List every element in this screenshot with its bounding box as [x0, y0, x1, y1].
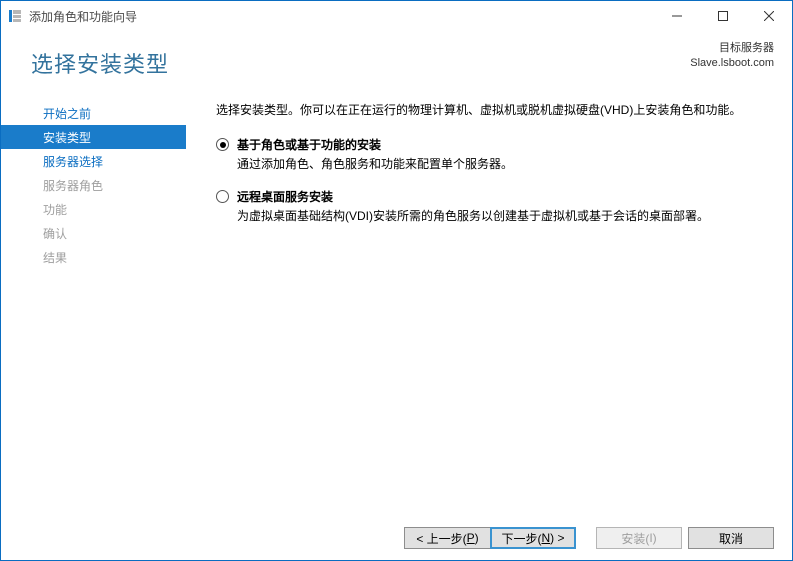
- radio-text: 远程桌面服务安装 为虚拟桌面基础结构(VDI)安装所需的角色服务以创建基于虚拟机…: [237, 188, 709, 226]
- radio-option-remote-desktop[interactable]: 远程桌面服务安装 为虚拟桌面基础结构(VDI)安装所需的角色服务以创建基于虚拟机…: [216, 188, 770, 226]
- sidebar-item-confirmation: 确认: [1, 221, 186, 245]
- sidebar-item-installation-type[interactable]: 安装类型: [1, 125, 186, 149]
- maximize-button[interactable]: [700, 1, 746, 31]
- radio-icon: [216, 138, 229, 151]
- sidebar-item-label: 服务器角色: [43, 177, 103, 194]
- titlebar: 添加角色和功能向导: [1, 1, 792, 31]
- wizard-window: 添加角色和功能向导 选择安装类型 目标服务器 Slave.lsboot.com …: [0, 0, 793, 561]
- radio-text: 基于角色或基于功能的安装 通过添加角色、角色服务和功能来配置单个服务器。: [237, 136, 513, 174]
- nav-button-group: < 上一步(P) 下一步(N) >: [404, 527, 576, 549]
- button-text-suffix: ) >: [550, 531, 564, 545]
- radio-option-role-based[interactable]: 基于角色或基于功能的安装 通过添加角色、角色服务和功能来配置单个服务器。: [216, 136, 770, 174]
- sidebar-item-results: 结果: [1, 245, 186, 269]
- minimize-button[interactable]: [654, 1, 700, 31]
- button-text-suffix: ): [653, 531, 657, 545]
- intro-text: 选择安装类型。你可以在正在运行的物理计算机、虚拟机或脱机虚拟硬盘(VHD)上安装…: [216, 101, 770, 120]
- sidebar-item-label: 安装类型: [43, 129, 91, 146]
- wizard-body: 开始之前 安装类型 服务器选择 服务器角色 功能 确认 结果 选择安装类型。你: [1, 87, 792, 516]
- window-title: 添加角色和功能向导: [29, 8, 654, 25]
- wizard-footer: < 上一步(P) 下一步(N) > 安装(I) 取消: [1, 516, 792, 560]
- sidebar-item-label: 结果: [43, 249, 67, 266]
- wizard-content: 选择安装类型。你可以在正在运行的物理计算机、虚拟机或脱机虚拟硬盘(VHD)上安装…: [186, 87, 792, 516]
- button-text: 取消: [719, 530, 743, 547]
- button-text-prefix: 安装(: [621, 530, 649, 547]
- button-text-prefix: 下一步(: [501, 530, 541, 547]
- page-title: 选择安装类型: [31, 47, 690, 79]
- wizard-steps-sidebar: 开始之前 安装类型 服务器选择 服务器角色 功能 确认 结果: [1, 87, 186, 516]
- radio-icon: [216, 190, 229, 203]
- wizard-header: 选择安装类型 目标服务器 Slave.lsboot.com: [1, 31, 792, 87]
- button-mnemonic: P: [467, 531, 475, 545]
- target-server-label: 目标服务器: [690, 41, 774, 56]
- sidebar-item-label: 服务器选择: [43, 153, 103, 170]
- previous-button[interactable]: < 上一步(P): [404, 527, 490, 549]
- radio-description: 为虚拟桌面基础结构(VDI)安装所需的角色服务以创建基于虚拟机或基于会话的桌面部…: [237, 207, 709, 226]
- sidebar-item-label: 功能: [43, 201, 67, 218]
- next-button[interactable]: 下一步(N) >: [490, 527, 576, 549]
- install-button: 安装(I): [596, 527, 682, 549]
- radio-label: 远程桌面服务安装: [237, 188, 709, 206]
- sidebar-item-server-selection[interactable]: 服务器选择: [1, 149, 186, 173]
- sidebar-item-server-roles: 服务器角色: [1, 173, 186, 197]
- window-controls: [654, 1, 792, 31]
- sidebar-item-label: 开始之前: [43, 105, 91, 122]
- radio-label: 基于角色或基于功能的安装: [237, 136, 513, 154]
- close-button[interactable]: [746, 1, 792, 31]
- cancel-button[interactable]: 取消: [688, 527, 774, 549]
- target-server-value: Slave.lsboot.com: [690, 56, 774, 71]
- app-icon: [7, 8, 23, 24]
- button-mnemonic: N: [541, 531, 550, 545]
- radio-description: 通过添加角色、角色服务和功能来配置单个服务器。: [237, 155, 513, 174]
- installation-type-radio-group: 基于角色或基于功能的安装 通过添加角色、角色服务和功能来配置单个服务器。 远程桌…: [216, 136, 770, 226]
- sidebar-item-features: 功能: [1, 197, 186, 221]
- target-server-info: 目标服务器 Slave.lsboot.com: [690, 39, 774, 72]
- sidebar-item-label: 确认: [43, 225, 67, 242]
- button-text-prefix: < 上一步(: [416, 530, 466, 547]
- sidebar-item-before-you-begin[interactable]: 开始之前: [1, 101, 186, 125]
- button-text-suffix: ): [475, 531, 479, 545]
